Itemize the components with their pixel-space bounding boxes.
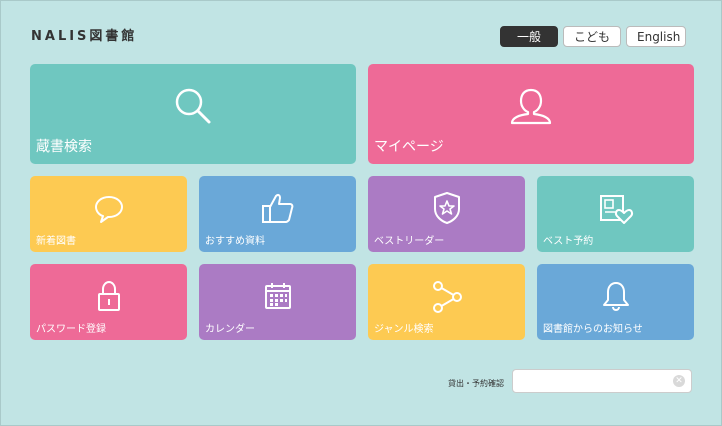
search-icon (175, 88, 211, 124)
tile-label: ベスト予約 (543, 236, 594, 247)
password-register-tile[interactable]: パスワード登録 (30, 264, 187, 340)
lang-general-button[interactable]: 一般 (500, 26, 558, 47)
best-reservation-tile[interactable]: ベスト予約 (537, 176, 694, 252)
language-switcher: 一般 こども English (500, 26, 686, 47)
tile-label: ジャンル検索 (374, 324, 434, 335)
calendar-icon (264, 283, 291, 309)
genre-search-tile[interactable]: ジャンル検索 (368, 264, 525, 340)
best-reader-tile[interactable]: ベストリーダー (368, 176, 525, 252)
tile-label: 図書館からのお知らせ (543, 324, 643, 335)
tile-label: ベストリーダー (374, 236, 445, 247)
share-icon (432, 281, 462, 313)
tile-label: カレンダー (205, 324, 255, 335)
tile-label: おすすめ資料 (205, 236, 265, 247)
user-icon (510, 88, 552, 125)
calendar-tile[interactable]: カレンダー (199, 264, 356, 340)
tile-label: パスワード登録 (36, 324, 106, 335)
lang-english-button[interactable]: English (626, 26, 686, 47)
new-books-tile[interactable]: 新着図書 (30, 176, 187, 252)
speech-bubble-icon (94, 196, 123, 223)
tile-label: 新着図書 (36, 236, 76, 247)
library-news-tile[interactable]: 図書館からのお知らせ (537, 264, 694, 340)
recommended-tile[interactable]: おすすめ資料 (199, 176, 356, 252)
page-title: NALIS図書館 (31, 29, 138, 44)
thumbs-up-icon (261, 193, 293, 223)
tile-label: マイページ (374, 139, 444, 155)
loan-check-input[interactable]: ✕ (512, 369, 692, 393)
clear-icon[interactable]: ✕ (673, 375, 685, 387)
loan-check-label: 貸出・予約確認 (448, 379, 504, 388)
lock-icon (97, 280, 120, 311)
lang-kids-button[interactable]: こども (563, 26, 621, 47)
my-page-tile[interactable]: マイページ (368, 64, 694, 164)
badge-star-icon (433, 192, 460, 224)
catalog-search-tile[interactable]: 蔵書検索 (30, 64, 356, 164)
bell-icon (602, 282, 629, 312)
tile-label: 蔵書検索 (36, 139, 92, 155)
book-heart-icon (599, 195, 633, 224)
